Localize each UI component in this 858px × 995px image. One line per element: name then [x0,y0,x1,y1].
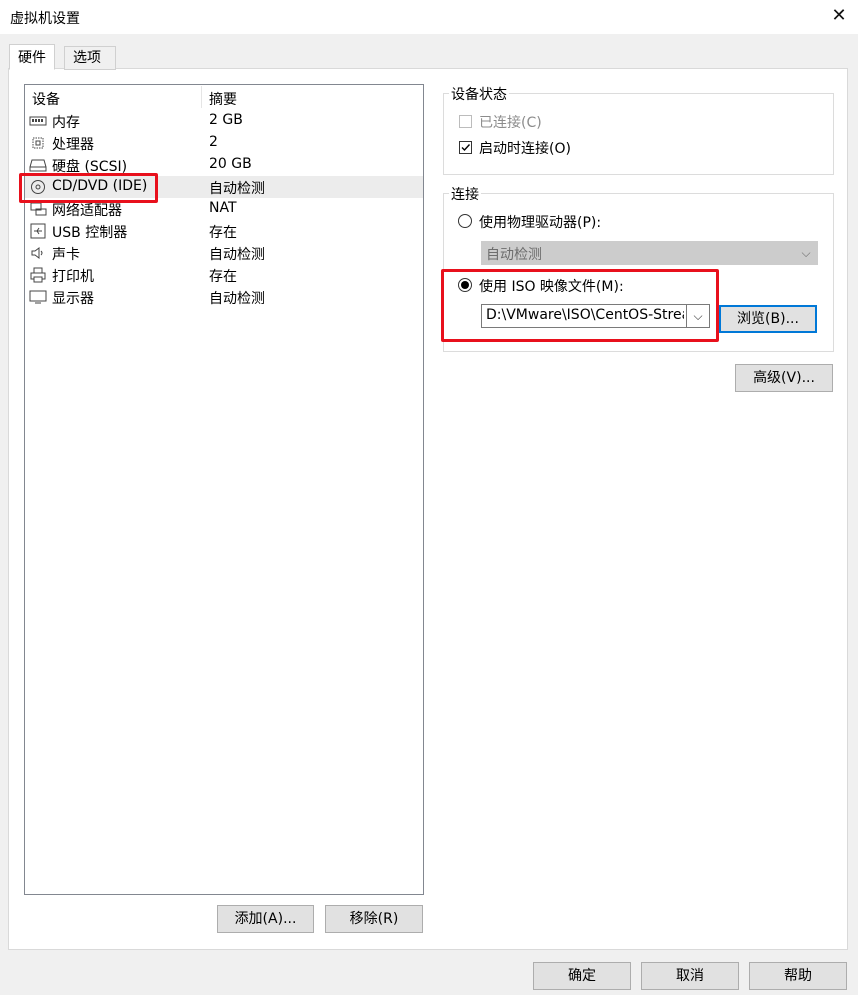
cancel-button[interactable]: 取消 [641,962,739,990]
chevron-down-icon: ⌵ [801,246,811,260]
highlight-box-cd-dvd [19,173,158,203]
advanced-button[interactable]: 高级(V)... [735,364,833,392]
device-name: 显示器 [52,291,94,307]
usb-icon [30,223,46,239]
window-title: 虚拟机设置 [10,11,80,27]
device-list-header: 设备 摘要 [25,86,423,108]
connect-at-power-on-checkbox[interactable] [459,141,472,154]
device-row-processor[interactable]: 处理器 2 [25,132,423,154]
help-button[interactable]: 帮助 [749,962,847,990]
title-bar [0,0,858,34]
column-header-device[interactable]: 设备 [32,89,60,109]
device-status-title: 设备状态 [449,84,509,104]
physical-drive-dropdown[interactable]: 自动检测 ⌵ [481,241,818,265]
printer-icon [30,267,46,283]
column-header-summary[interactable]: 摘要 [209,89,237,109]
device-summary: 20 GB [209,156,252,172]
close-icon[interactable]: ✕ [826,2,852,30]
connected-checkbox[interactable] [459,115,472,128]
device-name: USB 控制器 [52,225,128,241]
check-icon [461,144,471,152]
connection-title: 连接 [449,184,481,204]
device-name: 网络适配器 [52,203,122,219]
device-name: 声卡 [52,247,80,263]
physical-drive-label: 使用物理驱动器(P): [479,215,602,231]
column-separator[interactable] [201,86,202,108]
device-summary: 2 [209,134,218,150]
connect-at-power-on-label: 启动时连接(O) [479,141,571,157]
physical-drive-radio[interactable] [458,214,472,228]
device-summary: 自动检测 [209,181,265,197]
monitor-icon [29,290,47,304]
device-summary: 存在 [209,269,237,285]
tab-hardware[interactable]: 硬件 [9,44,55,70]
device-name: 内存 [52,115,80,131]
device-summary: NAT [209,200,237,216]
physical-drive-value: 自动检测 [486,247,542,263]
speaker-icon [31,247,43,259]
device-summary: 自动检测 [209,247,265,263]
tab-options[interactable]: 选项 [64,46,116,70]
device-name: 处理器 [52,137,94,153]
add-button[interactable]: 添加(A)... [217,905,314,933]
processor-icon [32,137,44,149]
device-row-memory[interactable]: 内存 2 GB [25,110,423,132]
device-status-group [443,93,834,175]
device-summary: 2 GB [209,112,243,128]
connected-label: 已连接(C) [479,115,542,131]
ok-button[interactable]: 确定 [533,962,631,990]
remove-button[interactable]: 移除(R) [325,905,423,933]
device-row-printer[interactable]: 打印机 存在 [25,264,423,286]
device-row-usb[interactable]: USB 控制器 存在 [25,220,423,242]
device-row-sound-card[interactable]: 声卡 自动检测 [25,242,423,264]
highlight-box-iso [441,269,719,342]
memory-icon [29,116,47,126]
device-row-display[interactable]: 显示器 自动检测 [25,286,423,308]
network-adapter-icon [30,202,47,216]
device-name: 打印机 [52,269,94,285]
browse-button[interactable]: 浏览(B)... [719,305,817,333]
device-summary: 存在 [209,225,237,241]
hard-disk-icon [29,159,47,172]
device-summary: 自动检测 [209,291,265,307]
